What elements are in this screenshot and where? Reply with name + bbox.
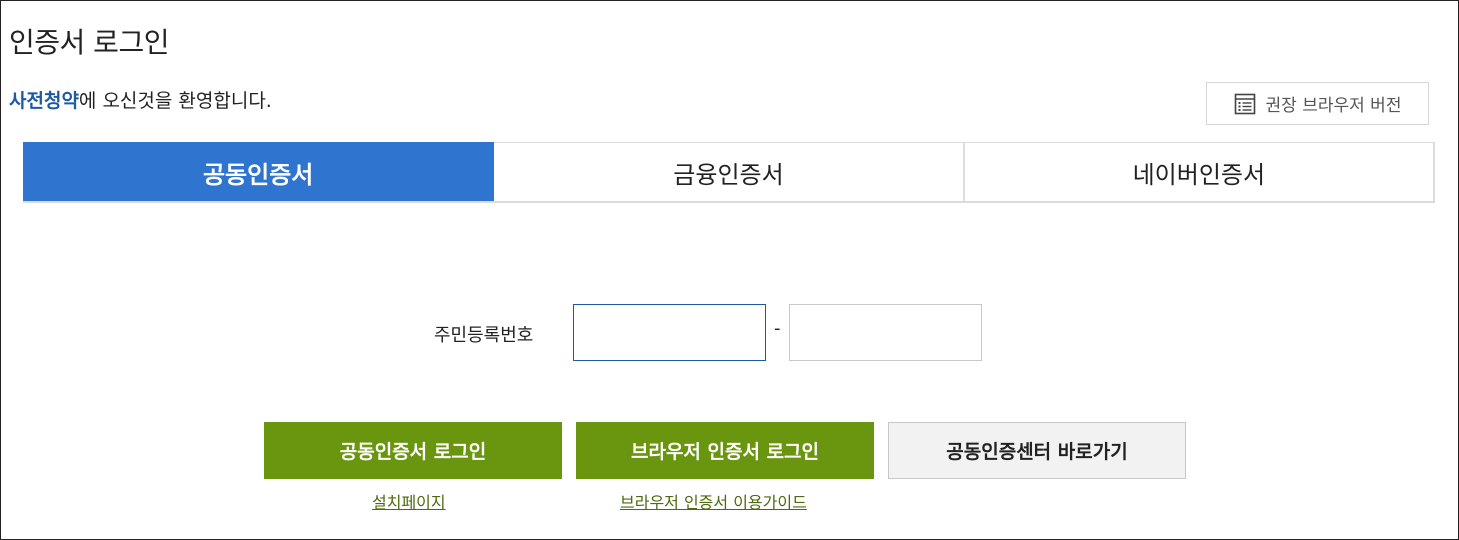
- recommended-browser-button[interactable]: 권장 브라우저 버전: [1206, 82, 1429, 125]
- welcome-brand: 사전청약: [9, 90, 79, 112]
- list-icon: [1234, 93, 1256, 115]
- page-title: 인증서 로그인: [9, 26, 169, 59]
- welcome-message: 사전청약에 오신것을 환영합니다.: [9, 86, 272, 113]
- recommended-browser-label: 권장 브라우저 버전: [1265, 96, 1402, 116]
- rrn-second-input[interactable]: [789, 304, 982, 361]
- welcome-text: 에 오신것을 환영합니다.: [78, 90, 272, 112]
- cert-type-tabs: 공동인증서 금융인증서 네이버인증서: [23, 142, 1435, 203]
- rrn-separator: -: [774, 318, 781, 339]
- login-panel: 인증서 로그인 사전청약에 오신것을 환영합니다. 권장 브라우저 버전 공동인…: [0, 0, 1459, 540]
- joint-cert-login-button[interactable]: 공동인증서 로그인: [264, 422, 562, 479]
- joint-cert-center-button[interactable]: 공동인증센터 바로가기: [888, 422, 1186, 479]
- browser-cert-guide-link[interactable]: 브라우저 인증서 이용가이드: [620, 489, 807, 513]
- rrn-first-input[interactable]: [573, 304, 766, 361]
- tab-financial-certificate[interactable]: 금융인증서: [494, 142, 965, 201]
- tab-joint-certificate[interactable]: 공동인증서: [23, 142, 495, 201]
- rrn-label: 주민등록번호: [434, 325, 534, 346]
- browser-cert-login-button[interactable]: 브라우저 인증서 로그인: [576, 422, 874, 479]
- install-page-link[interactable]: 설치페이지: [372, 489, 446, 513]
- tab-naver-certificate[interactable]: 네이버인증서: [964, 142, 1435, 201]
